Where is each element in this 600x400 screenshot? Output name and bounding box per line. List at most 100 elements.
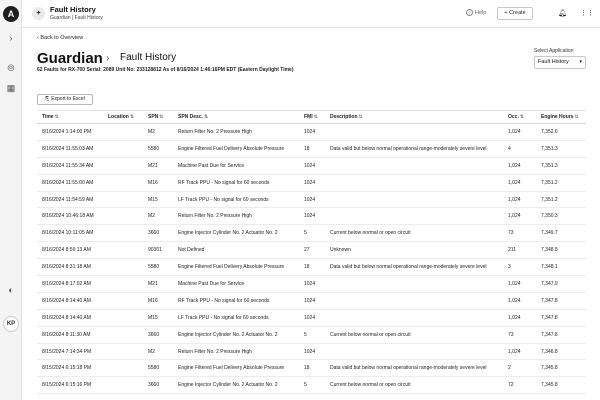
cell-spn-desc: Return Filter No. 2 Pressure High — [178, 213, 252, 220]
cell-occ: 1,024 — [508, 129, 521, 135]
table-row[interactable]: 8/16/2024 11:55:03 AM 5580 Engine Filtered… — [37, 141, 586, 158]
cell-time: 8/16/2024 8:14:40 AM — [42, 314, 91, 321]
cell-spn: M15 — [148, 314, 158, 321]
table-row[interactable]: 8/16/2024 8:31:18 AM 5580 Engine Filtered … — [37, 259, 586, 277]
cell-occ: 73 — [508, 331, 514, 338]
application-select[interactable]: Fault History ▾ — [534, 56, 586, 69]
column-header-engine-hours[interactable]: Engine Hours⇅ — [541, 114, 586, 120]
column-label: Engine Hours — [541, 114, 574, 120]
table-row[interactable]: 8/16/2024 8:17:02 AM M21 Machine Past Due … — [37, 276, 586, 293]
cell-spn-desc: RF Track PPU - No signal for 60 seconds — [178, 179, 270, 186]
sort-icon: ⇅ — [159, 114, 164, 120]
notification-bell-icon[interactable]: 🔔︎ — [558, 9, 567, 17]
cell-spn: 3660 — [148, 230, 160, 237]
expand-chevron-icon[interactable]: › — [5, 32, 17, 44]
cell-engine-hours: 7,352.6 — [541, 129, 558, 135]
column-header-location[interactable]: Location⇅ — [108, 114, 134, 120]
cell-spn: M2 — [148, 129, 155, 135]
create-button[interactable]: + Create — [497, 7, 533, 20]
cell-fmi: 1024 — [304, 213, 316, 220]
sort-icon: ⇅ — [129, 114, 135, 120]
cell-fmi: 1024 — [304, 196, 316, 203]
column-header-fmi[interactable]: FMI⇅ — [304, 114, 330, 120]
table-row[interactable]: 8/16/2024 8:14:40 AM M15 LF Track PPU - No… — [37, 310, 586, 327]
app-grid-icon[interactable]: ⋮⋮ — [580, 9, 594, 17]
cell-engine-hours: 7,347.8 — [541, 297, 558, 304]
column-header-spn-desc[interactable]: SPN Desc.⇅ — [178, 114, 304, 120]
column-header-time[interactable]: Time⇅ — [42, 114, 108, 120]
select-application-label: Select Application — [534, 48, 574, 54]
cell-description: Data valid but below normal operational … — [330, 264, 487, 271]
cell-description: Current below normal or open circuit — [330, 331, 411, 338]
cell-spn-desc: Engine Filtered Fuel Delivery Absolute P… — [178, 365, 285, 372]
cell-occ: 1,024 — [508, 314, 521, 321]
column-header-occ[interactable]: Occ.⇅ — [508, 114, 538, 120]
app-emblem-icon: ✦ — [32, 7, 45, 20]
sort-icon: ⇅ — [204, 114, 209, 120]
table-row[interactable]: 8/15/2024 7:14:34 PM M2 Return Filter No. … — [37, 344, 586, 361]
cell-fmi: 18 — [304, 264, 310, 271]
cell-time: 8/16/2024 8:11:30 AM — [42, 331, 91, 338]
cell-fmi: 18 — [304, 365, 310, 372]
signal-icon[interactable]: ⦾ — [5, 62, 17, 74]
cell-fmi: 1024 — [304, 162, 316, 169]
table-row[interactable]: 8/16/2024 8:56:13 AM 90301 Not Defined 27 Un… — [37, 242, 586, 260]
cell-time: 8/16/2024 11:55:03 AM — [42, 145, 94, 152]
column-header-description[interactable]: Description⇅ — [330, 114, 508, 120]
cell-description: Data valid but below normal operational … — [330, 145, 487, 152]
cell-spn: M15 — [148, 196, 158, 203]
cell-occ: 1,024 — [508, 196, 521, 203]
breadcrumb: Guardian | Fault History — [50, 15, 103, 21]
cell-fmi: 5 — [304, 331, 307, 338]
table-row[interactable]: 8/16/2024 11:55:00 AM M16 RF Track PPU - N… — [37, 175, 586, 192]
cell-time: 8/16/2024 11:55:34 AM — [42, 162, 94, 169]
table-row[interactable]: 8/16/2024 8:14:40 AM M16 RF Track PPU - No… — [37, 293, 586, 310]
theme-toggle-icon[interactable]: ◐ — [5, 284, 17, 296]
column-label: SPN — [148, 114, 159, 120]
table-row[interactable]: 8/16/2024 8:11:30 AM 3660 Engine Injector … — [37, 327, 586, 344]
cell-occ: 4 — [508, 145, 511, 152]
cell-description: Current below normal or open circuit — [330, 230, 411, 237]
cell-occ: 72 — [508, 382, 514, 389]
cell-fmi: 1024 — [304, 348, 316, 355]
cell-engine-hours: 7,351.2 — [541, 196, 558, 203]
cell-occ: 211 — [508, 247, 516, 254]
cell-time: 8/16/2024 1:14:00 PM — [42, 129, 92, 135]
back-to-overview-link[interactable]: ‹ Back to Overview — [37, 35, 83, 41]
table-row[interactable]: 8/16/2024 10:11:05 AM 3660 Engine Injector… — [37, 225, 586, 243]
column-label: Description — [330, 114, 358, 120]
cell-occ: 1,024 — [508, 179, 521, 186]
cell-spn-desc: Return Filter No. 2 Pressure High — [178, 348, 252, 355]
cell-time: 8/15/2024 6:15:18 PM — [42, 365, 92, 372]
left-rail: A › ⦾ ▦ ◐ KP — [0, 0, 22, 400]
cell-occ: 73 — [508, 230, 514, 237]
cell-spn: 90301 — [148, 247, 162, 254]
cell-occ: 1,024 — [508, 297, 521, 304]
cell-occ: 1,024 — [508, 213, 521, 220]
cell-fmi: 5 — [304, 382, 307, 389]
sort-icon: ⇅ — [574, 114, 579, 120]
cell-spn-desc: RF Track PPU - No signal for 60 seconds — [178, 297, 270, 304]
cell-spn: 5580 — [148, 145, 160, 152]
cell-occ: 1,024 — [508, 281, 521, 288]
help-link[interactable]: ? Help — [466, 9, 486, 16]
calculator-icon[interactable]: ▦ — [5, 82, 17, 94]
table-row[interactable]: 8/16/2024 10:46:18 AM M2 Return Filter No.… — [37, 208, 586, 226]
cell-description: Unknown — [330, 247, 351, 254]
table-row[interactable]: 8/16/2024 11:54:59 AM M15 LF Track PPU - N… — [37, 192, 586, 209]
app-logo[interactable]: A — [3, 6, 19, 22]
export-to-excel-button[interactable]: ⎘ Export to Excel — [37, 94, 93, 105]
table-row[interactable]: 8/15/2024 6:15:18 PM 5580 Engine Filtered … — [37, 360, 586, 378]
cell-time: 8/16/2024 8:31:18 AM — [42, 264, 91, 271]
table-body: 8/16/2024 1:14:00 PM M2 Return Filter No. … — [37, 124, 586, 395]
table-row[interactable]: 8/16/2024 1:14:00 PM M2 Return Filter No. … — [37, 124, 586, 141]
table-row[interactable]: 8/16/2024 11:55:34 AM M21 Machine Past Due… — [37, 158, 586, 175]
table-row[interactable]: 8/15/2024 6:15:16 PM 3660 Engine Injector … — [37, 377, 586, 395]
cell-engine-hours: 7,348.5 — [541, 247, 558, 254]
cell-spn-desc: Return Filter No. 2 Pressure High — [178, 129, 252, 135]
fault-summary: 62 Faults for RX-700 Serial: 2089 Unit N… — [37, 67, 294, 73]
column-header-spn[interactable]: SPN⇅ — [148, 114, 178, 120]
cell-spn-desc: Machine Past Due for Service — [178, 162, 245, 169]
cell-spn: M21 — [148, 281, 158, 288]
user-avatar[interactable]: KP — [3, 316, 19, 332]
